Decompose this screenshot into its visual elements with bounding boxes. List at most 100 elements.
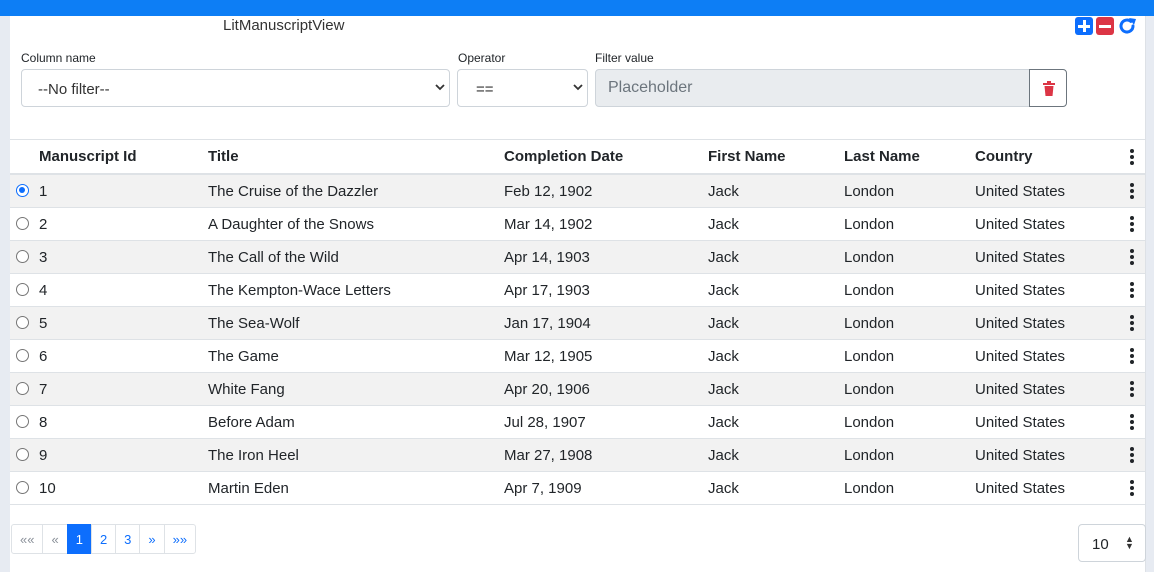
row-select-radio[interactable] — [16, 481, 29, 494]
cell-country: United States — [975, 380, 1066, 398]
header-completion-date[interactable]: Completion Date — [504, 140, 623, 173]
row-select-radio[interactable] — [16, 382, 29, 395]
cell-country: United States — [975, 446, 1066, 464]
cell-completion-date: Apr 20, 1906 — [504, 380, 590, 398]
row-menu-icon[interactable] — [1124, 406, 1140, 438]
cell-first-name: Jack — [708, 182, 739, 200]
column-menu-icon[interactable] — [1124, 140, 1140, 173]
cell-first-name: Jack — [708, 446, 739, 464]
cell-completion-date: Apr 17, 1903 — [504, 281, 590, 299]
cell-completion-date: Jan 17, 1904 — [504, 314, 591, 332]
column-name-label: Column name — [21, 51, 96, 65]
cell-manuscript-id: 10 — [39, 479, 56, 497]
page-size-select[interactable]: 10 ▲ ▼ — [1078, 524, 1146, 562]
header-country[interactable]: Country — [975, 140, 1033, 173]
cell-completion-date: Feb 12, 1902 — [504, 182, 593, 200]
page-3-button[interactable]: 3 — [115, 524, 141, 554]
row-select-radio[interactable] — [16, 250, 29, 263]
page-1-button[interactable]: 1 — [66, 524, 92, 554]
cell-last-name: London — [844, 347, 895, 365]
table-row[interactable]: 1 The Cruise of the Dazzler Feb 12, 1902 Ja… — [10, 175, 1145, 208]
row-select-radio[interactable] — [16, 448, 29, 461]
operator-label: Operator — [458, 51, 506, 65]
sort-arrows-icon: ▲ ▼ — [1125, 534, 1134, 551]
cell-manuscript-id: 8 — [39, 413, 48, 431]
cell-manuscript-id: 3 — [39, 248, 48, 266]
cell-country: United States — [975, 347, 1066, 365]
row-menu-icon[interactable] — [1124, 439, 1140, 471]
cell-manuscript-id: 6 — [39, 347, 48, 365]
cell-country: United States — [975, 281, 1066, 299]
row-menu-icon[interactable] — [1124, 373, 1140, 405]
manuscript-grid: Manuscript Id Title Completion Date Firs… — [10, 139, 1145, 505]
table-row[interactable]: 3 The Call of the Wild Apr 14, 1903 Jack Lon… — [10, 241, 1145, 274]
cell-last-name: London — [844, 413, 895, 431]
header-first-name[interactable]: First Name — [708, 140, 786, 173]
cell-first-name: Jack — [708, 479, 739, 497]
cell-country: United States — [975, 182, 1066, 200]
row-menu-icon[interactable] — [1124, 340, 1140, 372]
row-menu-icon[interactable] — [1124, 175, 1140, 207]
row-select-radio[interactable] — [16, 316, 29, 329]
table-row[interactable]: 4 The Kempton-Wace Letters Apr 17, 1903 Jac… — [10, 274, 1145, 307]
table-row[interactable]: 10 Martin Eden Apr 7, 1909 Jack London United… — [10, 472, 1145, 505]
chevron-down-icon — [435, 84, 445, 91]
cell-completion-date: Jul 28, 1907 — [504, 413, 586, 431]
row-select-radio[interactable] — [16, 349, 29, 362]
header-manuscript-id[interactable]: Manuscript Id — [39, 140, 137, 173]
next-page-button[interactable]: » — [139, 524, 165, 554]
row-menu-icon[interactable] — [1124, 307, 1140, 339]
table-row[interactable]: 9 The Iron Heel Mar 27, 1908 Jack London Unit… — [10, 439, 1145, 472]
cell-first-name: Jack — [708, 380, 739, 398]
cell-title: The Game — [208, 347, 279, 365]
cell-last-name: London — [844, 314, 895, 332]
cell-title: Before Adam — [208, 413, 295, 431]
header-title[interactable]: Title — [208, 140, 239, 173]
row-select-radio[interactable] — [16, 217, 29, 230]
clear-filter-button[interactable] — [1029, 69, 1067, 107]
cell-country: United States — [975, 479, 1066, 497]
minus-square-icon[interactable] — [1096, 17, 1114, 35]
chevron-down-icon — [573, 84, 583, 91]
table-row[interactable]: 8 Before Adam Jul 28, 1907 Jack London United… — [10, 406, 1145, 439]
view-title: LitManuscriptView — [223, 17, 345, 34]
cell-title: Martin Eden — [208, 479, 289, 497]
cell-first-name: Jack — [708, 347, 739, 365]
plus-square-icon[interactable] — [1075, 17, 1093, 35]
first-page-button[interactable]: «« — [11, 524, 44, 554]
table-row[interactable]: 2 A Daughter of the Snows Mar 14, 1902 Jack… — [10, 208, 1145, 241]
row-menu-icon[interactable] — [1124, 472, 1140, 504]
table-header: Manuscript Id Title Completion Date Firs… — [10, 139, 1145, 175]
view-controls — [1075, 16, 1137, 36]
row-select-radio[interactable] — [16, 184, 29, 197]
cell-last-name: London — [844, 248, 895, 266]
row-select-radio[interactable] — [16, 283, 29, 296]
cell-first-name: Jack — [708, 314, 739, 332]
cell-last-name: London — [844, 380, 895, 398]
filter-value-input[interactable] — [595, 69, 1030, 107]
column-name-select[interactable]: --No filter-- — [21, 69, 450, 107]
row-menu-icon[interactable] — [1124, 241, 1140, 273]
row-menu-icon[interactable] — [1124, 274, 1140, 306]
cell-last-name: London — [844, 479, 895, 497]
table-row[interactable]: 6 The Game Mar 12, 1905 Jack London United St… — [10, 340, 1145, 373]
cell-completion-date: Mar 27, 1908 — [504, 446, 593, 464]
page-2-button[interactable]: 2 — [90, 524, 117, 554]
table-row[interactable]: 5 The Sea-Wolf Jan 17, 1904 Jack London Unite… — [10, 307, 1145, 340]
row-menu-icon[interactable] — [1124, 208, 1140, 240]
cell-title: The Call of the Wild — [208, 248, 339, 266]
last-page-button[interactable]: »» — [163, 524, 197, 554]
table-row[interactable]: 7 White Fang Apr 20, 1906 Jack London United … — [10, 373, 1145, 406]
row-select-radio[interactable] — [16, 415, 29, 428]
operator-select[interactable]: == — [457, 69, 588, 107]
cell-last-name: London — [844, 281, 895, 299]
left-gutter — [0, 16, 10, 572]
trash-icon — [1043, 81, 1055, 96]
prev-page-button[interactable]: « — [42, 524, 68, 554]
refresh-icon[interactable] — [1117, 16, 1137, 36]
cell-completion-date: Apr 7, 1909 — [504, 479, 582, 497]
cell-country: United States — [975, 314, 1066, 332]
cell-title: The Sea-Wolf — [208, 314, 300, 332]
header-last-name[interactable]: Last Name — [844, 140, 920, 173]
operator-value: == — [476, 81, 494, 98]
